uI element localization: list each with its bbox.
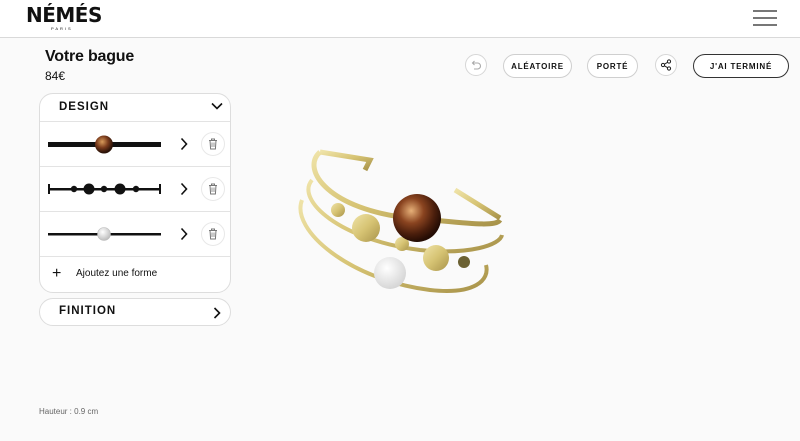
chevron-down-icon <box>211 102 223 110</box>
height-info: Hauteur : 0.9 cm <box>39 407 99 416</box>
add-shape-label: Ajoutez une forme <box>76 268 158 279</box>
delete-shape-button[interactable] <box>201 132 225 156</box>
design-row <box>40 212 230 257</box>
logo-subtitle: PARIS <box>51 26 73 31</box>
chevron-right-icon <box>180 182 188 196</box>
hamburger-menu-icon[interactable] <box>753 9 777 27</box>
chevron-right-icon <box>180 227 188 241</box>
trash-icon <box>209 228 217 240</box>
logo-text: NÉMÉS <box>26 3 102 27</box>
design-row <box>40 122 230 167</box>
top-bar: NÉMÉS PARIS <box>0 0 800 38</box>
share-icon <box>660 59 672 71</box>
delete-shape-button[interactable] <box>201 222 225 246</box>
bar-with-white-bead-icon[interactable] <box>47 222 163 246</box>
trash-icon <box>209 183 217 195</box>
delete-shape-button[interactable] <box>201 177 225 201</box>
product-price: 84€ <box>45 69 66 83</box>
undo-icon <box>471 60 481 70</box>
bar-with-dots-icon[interactable] <box>47 177 163 201</box>
bracelet-preview[interactable] <box>290 140 510 300</box>
undo-button[interactable] <box>465 54 487 76</box>
trash-icon <box>209 138 217 150</box>
design-row <box>40 167 230 212</box>
finish-panel-header[interactable]: FINITION <box>39 298 231 326</box>
design-panel-title: DESIGN <box>59 101 110 113</box>
chevron-right-icon <box>180 137 188 151</box>
chevron-right-icon <box>213 307 221 319</box>
random-button[interactable]: ALÉATOIRE <box>503 54 572 78</box>
page-title: Votre bague <box>45 48 135 65</box>
brand-logo[interactable]: NÉMÉS PARIS <box>26 4 102 32</box>
done-button[interactable]: J'AI TERMINÉ <box>693 54 789 78</box>
finish-panel-title: FINITION <box>59 305 117 317</box>
bar-with-tiger-eye-bead-icon[interactable] <box>47 132 163 156</box>
design-panel: DESIGN + Ajoutez une forme <box>39 93 231 293</box>
worn-button[interactable]: PORTÉ <box>587 54 638 78</box>
share-button[interactable] <box>655 54 677 76</box>
design-panel-header[interactable]: DESIGN <box>40 94 230 122</box>
add-shape-button[interactable]: + Ajoutez une forme <box>40 257 230 292</box>
plus-icon: + <box>52 265 62 282</box>
